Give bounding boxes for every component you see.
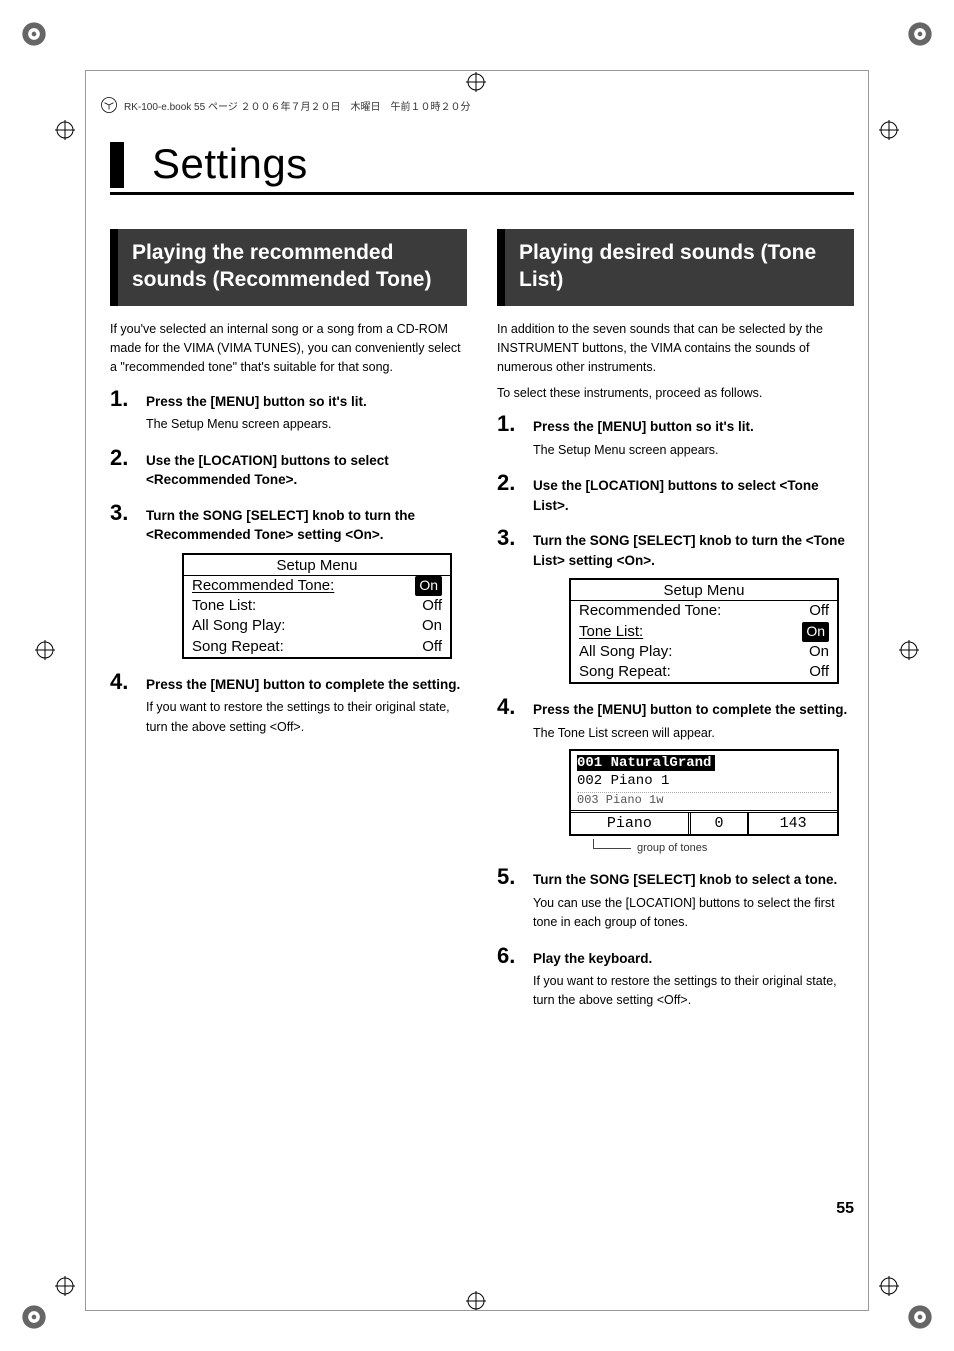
step-item: Press the [MENU] button to complete the … bbox=[110, 675, 467, 737]
registration-mark-icon bbox=[20, 1303, 48, 1331]
intro-text: To select these instruments, proceed as … bbox=[497, 384, 854, 403]
step-heading: Press the [MENU] button to complete the … bbox=[533, 700, 854, 720]
lcd-setup-menu: Setup Menu Recommended Tone: Off Tone Lis… bbox=[569, 578, 839, 684]
crop-mark-icon bbox=[899, 640, 919, 660]
step-item: Turn the SONG [SELECT] knob to turn the … bbox=[497, 531, 854, 684]
lcd-tone-list: 001 NaturalGrand 002 Piano 1 003 Piano 1… bbox=[569, 749, 839, 836]
step-heading: Turn the SONG [SELECT] knob to select a … bbox=[533, 870, 854, 890]
lcd-title: Setup Menu bbox=[571, 580, 837, 601]
step-heading: Press the [MENU] button to complete the … bbox=[146, 675, 467, 695]
lcd-row-value: On bbox=[809, 642, 829, 662]
intro-text: If you've selected an internal song or a… bbox=[110, 320, 467, 378]
section-heading-recommended-tone: Playing the recommended sounds (Recommen… bbox=[110, 229, 467, 306]
registration-mark-icon bbox=[906, 20, 934, 48]
lcd-row-value: Off bbox=[422, 637, 442, 657]
lcd-row-value: On bbox=[802, 622, 829, 642]
step-body: You can use the [LOCATION] buttons to se… bbox=[533, 894, 854, 933]
step-body: The Setup Menu screen appears. bbox=[533, 441, 854, 460]
tone-page: 0 bbox=[691, 813, 750, 834]
section-heading-tone-list: Playing desired sounds (Tone List) bbox=[497, 229, 854, 306]
crop-mark-icon bbox=[55, 120, 75, 140]
lcd-row-label: All Song Play: bbox=[579, 642, 672, 662]
chapter-title: Settings bbox=[110, 140, 854, 195]
step-body: If you want to restore the settings to t… bbox=[533, 972, 854, 1011]
registration-mark-icon bbox=[906, 1303, 934, 1331]
crop-mark-icon bbox=[879, 120, 899, 140]
step-item: Play the keyboard. If you want to restor… bbox=[497, 949, 854, 1011]
lcd-row-label: All Song Play: bbox=[192, 616, 285, 636]
framemaker-header-text: RK-100-e.book 55 ページ ２００６年７月２０日 木曜日 午前１０… bbox=[124, 98, 471, 113]
tone-caption: group of tones bbox=[593, 842, 854, 854]
tone-list-row: 003 Piano 1w bbox=[577, 792, 831, 808]
lcd-row-label: Tone List: bbox=[192, 596, 256, 616]
lcd-row-value: On bbox=[415, 576, 442, 596]
step-item: Press the [MENU] button so it's lit. The… bbox=[110, 392, 467, 435]
step-heading: Play the keyboard. bbox=[533, 949, 854, 969]
step-heading: Turn the SONG [SELECT] knob to turn the … bbox=[146, 506, 467, 545]
book-icon bbox=[100, 96, 118, 114]
leader-line-icon bbox=[593, 839, 631, 849]
step-heading: Press the [MENU] button so it's lit. bbox=[146, 392, 467, 412]
step-body: If you want to restore the settings to t… bbox=[146, 698, 467, 737]
tone-number: 143 bbox=[749, 813, 837, 834]
step-heading: Turn the SONG [SELECT] knob to turn the … bbox=[533, 531, 854, 570]
step-heading: Press the [MENU] button so it's lit. bbox=[533, 417, 854, 437]
lcd-row-label: Recommended Tone: bbox=[192, 576, 334, 596]
intro-text: In addition to the seven sounds that can… bbox=[497, 320, 854, 378]
lcd-row-label: Tone List: bbox=[579, 622, 643, 642]
page-number: 55 bbox=[836, 1200, 854, 1218]
step-body: The Setup Menu screen appears. bbox=[146, 415, 467, 434]
step-item: Use the [LOCATION] buttons to select <Re… bbox=[110, 451, 467, 490]
lcd-setup-menu: Setup Menu Recommended Tone: On Tone List… bbox=[182, 553, 452, 659]
chapter-title-text: Settings bbox=[152, 140, 308, 188]
lcd-row-label: Song Repeat: bbox=[579, 662, 671, 682]
step-item: Turn the SONG [SELECT] knob to select a … bbox=[497, 870, 854, 932]
lcd-title: Setup Menu bbox=[184, 555, 450, 576]
step-item: Turn the SONG [SELECT] knob to turn the … bbox=[110, 506, 467, 659]
column-left: Playing the recommended sounds (Recommen… bbox=[110, 229, 467, 1027]
tone-group: Piano bbox=[571, 813, 691, 834]
column-right: Playing desired sounds (Tone List) In ad… bbox=[497, 229, 854, 1027]
step-item: Press the [MENU] button to complete the … bbox=[497, 700, 854, 854]
lcd-row-label: Song Repeat: bbox=[192, 637, 284, 657]
step-body: The Tone List screen will appear. bbox=[533, 724, 854, 743]
step-heading: Use the [LOCATION] buttons to select <Re… bbox=[146, 451, 467, 490]
crop-mark-icon bbox=[55, 1276, 75, 1296]
step-heading: Use the [LOCATION] buttons to select <To… bbox=[533, 476, 854, 515]
tone-list-row: 001 NaturalGrand bbox=[577, 755, 715, 771]
lcd-row-label: Recommended Tone: bbox=[579, 601, 721, 621]
crop-mark-icon bbox=[879, 1276, 899, 1296]
step-item: Use the [LOCATION] buttons to select <To… bbox=[497, 476, 854, 515]
lcd-row-value: Off bbox=[422, 596, 442, 616]
step-item: Press the [MENU] button so it's lit. The… bbox=[497, 417, 854, 460]
lcd-row-value: On bbox=[422, 616, 442, 636]
lcd-row-value: Off bbox=[809, 601, 829, 621]
tone-list-row: 002 Piano 1 bbox=[577, 773, 831, 791]
lcd-row-value: Off bbox=[809, 662, 829, 682]
framemaker-header: RK-100-e.book 55 ページ ２００６年７月２０日 木曜日 午前１０… bbox=[100, 96, 471, 114]
crop-mark-icon bbox=[35, 640, 55, 660]
title-bar-icon bbox=[110, 142, 124, 188]
registration-mark-icon bbox=[20, 20, 48, 48]
